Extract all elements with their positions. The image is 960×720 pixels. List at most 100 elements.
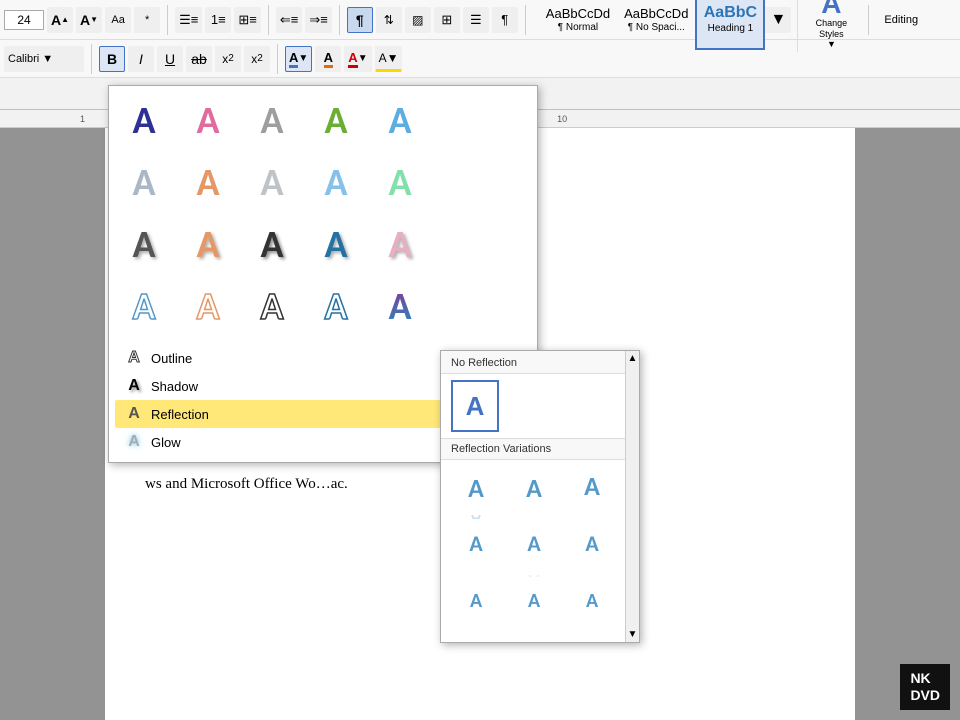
reflection-icon: A	[125, 405, 143, 423]
svg-text:A: A	[585, 571, 599, 577]
bold-btn[interactable]: B	[99, 46, 125, 72]
style-nospacing-label: ¶ No Spaci...	[628, 22, 685, 33]
no-reflection-box[interactable]: A	[451, 380, 499, 432]
effect-cell-7[interactable]: A	[179, 154, 237, 212]
effect-letter-14: A	[324, 226, 347, 264]
effect-letter-1: A	[132, 102, 155, 140]
ref-cell-4[interactable]: A A	[449, 524, 503, 578]
nk-text: NK	[910, 670, 930, 686]
ref-cell-9[interactable]: A A	[565, 582, 619, 636]
effect-cell-6[interactable]: A	[115, 154, 173, 212]
reflection-panel: ▲ ▼ No Reflection A Reflection Variation…	[440, 350, 640, 643]
svg-text:A: A	[471, 510, 481, 519]
effect-cell-9[interactable]: A	[307, 154, 365, 212]
ref-cell-5[interactable]: A A	[507, 524, 561, 578]
reflection-scrollbar[interactable]: ▲ ▼	[625, 351, 639, 642]
effect-cell-20[interactable]: A	[371, 278, 429, 336]
svg-text:A: A	[586, 513, 599, 519]
effect-cell-10[interactable]: A	[371, 154, 429, 212]
numbering-btn[interactable]: 1≡	[205, 7, 231, 33]
shading-btn[interactable]: ▨	[405, 7, 431, 33]
svg-text:A: A	[526, 472, 542, 504]
italic-btn[interactable]: I	[128, 46, 154, 72]
svg-text:A: A	[528, 629, 541, 635]
effect-letter-5: A	[388, 102, 411, 140]
svg-text:A: A	[527, 530, 541, 557]
ref-cell-6[interactable]: A A	[565, 524, 619, 578]
strikethrough-btn[interactable]: ab	[186, 46, 212, 72]
text-color-btn-a[interactable]: A	[315, 46, 341, 72]
shrink-font-btn[interactable]: A▼	[76, 7, 102, 33]
underline-btn[interactable]: U	[157, 46, 183, 72]
effect-cell-2[interactable]: A	[179, 92, 237, 150]
superscript-btn[interactable]: x2	[244, 46, 270, 72]
effect-cell-17[interactable]: A	[179, 278, 237, 336]
dvd-text: DVD	[910, 687, 940, 703]
effect-letter-15: A	[388, 226, 411, 264]
effect-letter-8: A	[260, 164, 283, 202]
effects-grid: A A A A A A A A A A A	[115, 92, 531, 336]
font-size-input[interactable]	[4, 10, 44, 30]
reflection-variations-title: Reflection Variations	[441, 438, 625, 460]
decrease-indent-btn[interactable]: ⇐≡	[276, 7, 302, 33]
ruler-10: 10	[557, 114, 567, 124]
effect-cell-1[interactable]: A	[115, 92, 173, 150]
style-heading1[interactable]: AaBbC Heading 1	[695, 0, 765, 50]
increase-indent-btn[interactable]: ⇒≡	[305, 7, 331, 33]
font-name-btn[interactable]: Calibri ▼	[4, 46, 84, 72]
ref-cell-2[interactable]: A A	[507, 466, 561, 520]
multilevel-btn[interactable]: ⊞≡	[234, 7, 260, 33]
effect-cell-14[interactable]: A	[307, 216, 365, 274]
ref-svg-8: A A	[512, 585, 556, 635]
effect-cell-13[interactable]: A	[243, 216, 301, 274]
style-no-spacing[interactable]: AaBbCcDd ¶ No Spaci...	[617, 0, 695, 50]
ref-svg-4: A A	[454, 527, 498, 577]
font-color-btn[interactable]: A ▼	[344, 46, 371, 72]
effect-cell-4[interactable]: A	[307, 92, 365, 150]
text-highlight-btn[interactable]: A ▼	[285, 46, 312, 72]
svg-text:A: A	[585, 629, 599, 635]
effect-letter-19: A	[324, 288, 347, 326]
align-left-btn[interactable]: ☰	[463, 7, 489, 33]
subscript-btn[interactable]: x2	[215, 46, 241, 72]
effect-cell-18[interactable]: A	[243, 278, 301, 336]
change-case-btn[interactable]: Aa	[105, 7, 131, 33]
ref-svg-9: A A	[570, 585, 614, 635]
scroll-down-arrow[interactable]: ▼	[628, 629, 638, 640]
ref-cell-7[interactable]: A A	[449, 582, 503, 636]
sort-btn[interactable]: ⇅	[376, 7, 402, 33]
grow-font-btn[interactable]: A▲	[47, 7, 73, 33]
svg-text:A: A	[470, 571, 483, 577]
borders-btn[interactable]: ⊞	[434, 7, 460, 33]
bullets-btn[interactable]: ☰≡	[175, 7, 202, 33]
effect-cell-12[interactable]: A	[179, 216, 237, 274]
effect-cell-15[interactable]: A	[371, 216, 429, 274]
ref-cell-1[interactable]: A A	[449, 466, 503, 520]
effect-letter-20: A	[388, 288, 411, 326]
nk-dvd-watermark: NK DVD	[900, 664, 950, 710]
effect-cell-19[interactable]: A	[307, 278, 365, 336]
style-normal[interactable]: AaBbCcDd ¶ Normal	[539, 0, 617, 50]
ref-cell-8[interactable]: A A	[507, 582, 561, 636]
effect-cell-3[interactable]: A	[243, 92, 301, 150]
pilcrow-btn[interactable]: ¶	[492, 7, 518, 33]
effect-letter-10: A	[388, 164, 411, 202]
style-normal-label: ¶ Normal	[558, 22, 598, 33]
clear-format-btn[interactable]: *	[134, 7, 160, 33]
svg-text:A: A	[529, 570, 540, 577]
ruler-1: 1	[80, 114, 85, 124]
ref-cell-3[interactable]: A A	[565, 466, 619, 520]
editing-label: Editing	[884, 14, 918, 26]
text-effects-btn[interactable]: A▼	[375, 46, 403, 72]
effect-cell-11[interactable]: A	[115, 216, 173, 274]
ref-svg-3: A A	[570, 469, 614, 519]
svg-text:A: A	[469, 530, 483, 557]
change-styles-button[interactable]: A Change Styles ▼	[801, 0, 861, 53]
styles-expand-btn[interactable]: ▼	[765, 7, 791, 33]
style-heading1-sample: AaBbC	[704, 5, 757, 21]
effect-cell-8[interactable]: A	[243, 154, 301, 212]
effect-cell-16[interactable]: A	[115, 278, 173, 336]
show-hide-btn[interactable]: ¶	[347, 7, 373, 33]
scroll-up-arrow[interactable]: ▲	[628, 353, 638, 364]
effect-cell-5[interactable]: A	[371, 92, 429, 150]
